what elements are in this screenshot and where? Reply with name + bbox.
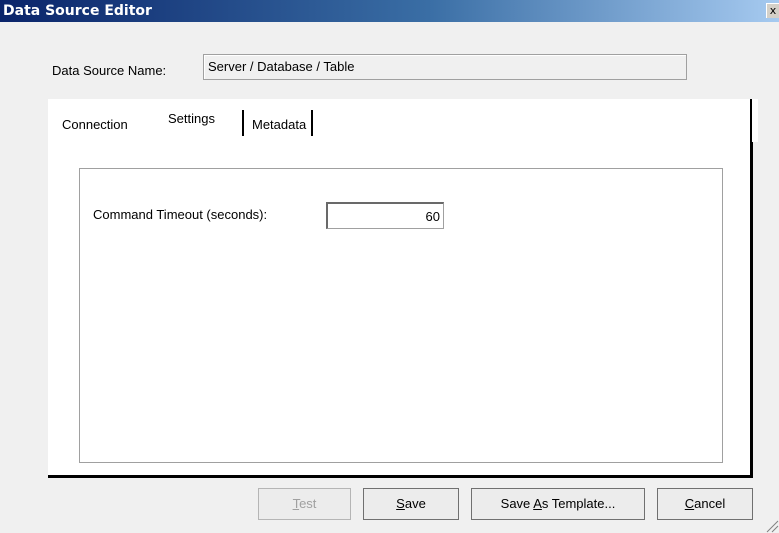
test-label-rest: est: [299, 496, 317, 511]
command-timeout-label: Command Timeout (seconds):: [93, 207, 268, 222]
save-as-template-mnemonic: A: [533, 496, 542, 511]
command-timeout-input[interactable]: [326, 202, 444, 229]
save-as-template-prefix: Save: [500, 496, 534, 511]
close-icon[interactable]: x: [766, 3, 779, 18]
save-label-rest: ave: [404, 496, 426, 511]
save-as-template-button[interactable]: Save As Template...: [471, 488, 645, 520]
save-as-template-rest: s Template...: [541, 496, 616, 511]
tab-connection[interactable]: Connection: [62, 117, 128, 132]
cancel-mnemonic: C: [684, 496, 695, 511]
test-button: Test: [258, 488, 351, 520]
data-source-name-field: Server / Database / Table: [203, 54, 687, 80]
save-button[interactable]: Save: [363, 488, 459, 520]
tab-settings[interactable]: Settings: [168, 111, 215, 126]
save-mnemonic: S: [396, 496, 405, 511]
data-source-name-label: Data Source Name:: [52, 63, 167, 78]
resize-grip-icon[interactable]: [763, 517, 779, 533]
tab-panel-edge: [752, 99, 758, 142]
cancel-label-rest: ancel: [694, 496, 726, 511]
cancel-button[interactable]: Cancel: [657, 488, 753, 520]
window-title: Data Source Editor: [3, 3, 152, 19]
title-bar[interactable]: Data Source Editor x: [0, 0, 779, 22]
tab-metadata[interactable]: Metadata: [242, 110, 314, 136]
